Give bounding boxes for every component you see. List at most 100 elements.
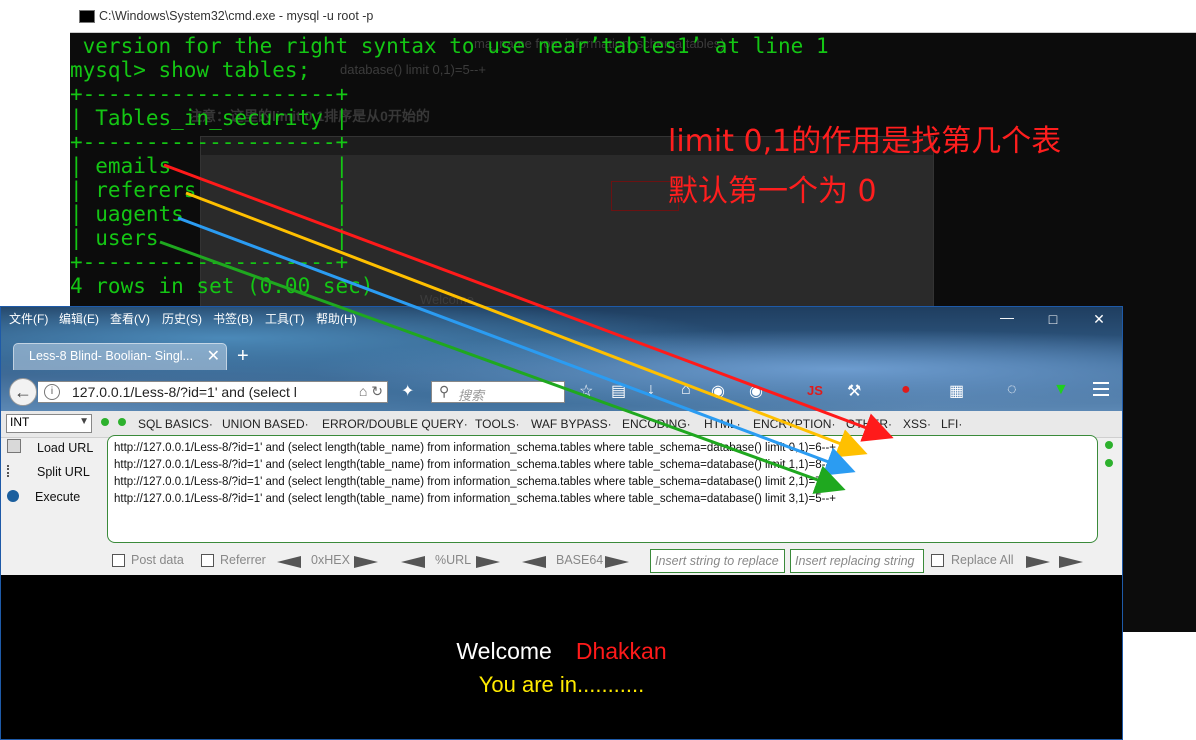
tab-close-icon[interactable]: ✕ [207, 346, 220, 366]
decrease-icon[interactable] [101, 418, 109, 426]
hackbar-menu-encoding[interactable]: ENCODING· [622, 417, 691, 431]
replace-string-input[interactable]: Insert string to replace [650, 549, 785, 573]
translate-icon[interactable]: ◌ [1007, 381, 1017, 399]
terminal-line: +--------------------+ [70, 250, 349, 274]
query-line: http://127.0.0.1/Less-8/?id=1' and (sele… [114, 459, 836, 471]
ghost-text: Welcome [420, 292, 474, 307]
tab-label: Less-8 Blind- Boolian- Singl... [29, 349, 193, 363]
status-text: You are in........... [478, 672, 645, 697]
download-icon[interactable]: ↓ [647, 381, 655, 399]
menu-edit[interactable]: 编辑(E) [59, 310, 99, 327]
menu-help[interactable]: 帮助(H) [316, 310, 357, 327]
cmd-icon [79, 10, 95, 23]
execute-label: Execute [35, 490, 81, 504]
nav-bar: ← i 127.0.0.1/Less-8/?id=1' and (select … [1, 373, 1122, 407]
bookmark-star-icon[interactable]: ☆ [579, 381, 593, 401]
browser-chrome: 文件(F) 编辑(E) 查看(V) 历史(S) 书签(B) 工具(T) 帮助(H… [1, 307, 1122, 411]
new-tab-button[interactable]: + [237, 345, 249, 368]
expand-icon[interactable] [1105, 459, 1113, 467]
hackbar-menu-union[interactable]: UNION BASED· [222, 417, 309, 431]
hackbar-type-select[interactable]: INT ▼ [6, 414, 92, 433]
post-data-checkbox[interactable] [112, 554, 125, 567]
url-decode-arrow-icon[interactable] [401, 556, 425, 568]
hex-label: 0xHEX [311, 553, 350, 567]
menu-file[interactable]: 文件(F) [9, 310, 48, 327]
expand-icon[interactable] [1105, 441, 1113, 449]
scissors-icon [7, 465, 21, 477]
cmd-title: C:\Windows\System32\cmd.exe - mysql -u r… [99, 9, 374, 23]
menu-view[interactable]: 查看(V) [110, 310, 150, 327]
ghost-text: database() limit 0,1)=5--+ [340, 62, 486, 77]
menu-history[interactable]: 历史(S) [162, 310, 202, 327]
execute-button[interactable]: Execute [7, 490, 80, 504]
hackbar-menu-waf[interactable]: WAF BYPASS· [531, 417, 612, 431]
address-bar[interactable]: i 127.0.0.1/Less-8/?id=1' and (select l … [38, 381, 388, 403]
welcome-line: Welcome Dhakkan [1, 638, 1122, 665]
hackbar-menu-sql-basics[interactable]: SQL BASICS· [138, 417, 213, 431]
hackbar-menu-other[interactable]: OTHER· [846, 417, 892, 431]
reading-list-icon[interactable]: ▤ [611, 381, 626, 401]
terminal-line: | uagents | [70, 202, 349, 226]
menu-bookmarks[interactable]: 书签(B) [213, 310, 253, 327]
record-icon[interactable]: ● [901, 381, 911, 399]
referrer-checkbox[interactable] [201, 554, 214, 567]
menu-icon[interactable] [1093, 382, 1109, 396]
wrench-icon[interactable]: ⚒ [847, 381, 861, 401]
bird-addon-icon[interactable]: ✦ [401, 381, 414, 401]
annotation-note-1: limit 0,1的作用是找第几个表 [668, 124, 1062, 159]
split-url-button[interactable]: Split URL [7, 465, 90, 479]
terminal-line: version for the right syntax to use near… [70, 34, 829, 58]
replacing-string-input[interactable]: Insert replacing string [790, 549, 924, 573]
shield-icon[interactable]: ▼ [1053, 381, 1069, 399]
hackbar-toolbar: INT ▼ SQL BASICS· UNION BASED· ERROR/DOU… [1, 411, 1122, 438]
js-icon[interactable]: JS [807, 383, 823, 398]
cmd-titlebar[interactable]: C:\Windows\System32\cmd.exe - mysql -u r… [70, 0, 1196, 33]
search-placeholder: 搜索 [458, 388, 485, 403]
terminal-line: +--------------------+ [70, 82, 349, 106]
search-icon: ⚲ [439, 383, 450, 399]
hex-encode-arrow-icon[interactable] [354, 556, 378, 568]
hackbar-menu-lfi[interactable]: LFI· [941, 417, 962, 431]
search-bar[interactable]: ⚲ 搜索 [431, 381, 565, 403]
minimize-button[interactable]: — [999, 309, 1015, 325]
hackbar-select-value: INT [10, 415, 30, 429]
hackbar-menu-error[interactable]: ERROR/DOUBLE QUERY· [322, 417, 468, 431]
terminal-line: | users | [70, 226, 349, 250]
replace-arrow-icon[interactable] [1026, 556, 1050, 568]
palette-icon[interactable]: ◉ [749, 381, 763, 401]
replace-all-arrow-icon[interactable] [1059, 556, 1083, 568]
url-encode-arrow-icon[interactable] [476, 556, 500, 568]
site-info-icon[interactable]: i [44, 384, 60, 400]
maximize-button[interactable]: □ [1045, 311, 1061, 327]
load-url-button[interactable]: Load URL [7, 439, 93, 455]
replace-all-label: Replace All [951, 553, 1014, 567]
split-url-label: Split URL [37, 465, 90, 479]
play-icon [7, 490, 19, 502]
query-line: http://127.0.0.1/Less-8/?id=1' and (sele… [114, 476, 836, 488]
referrer-label: Referrer [220, 553, 266, 567]
hackbar-menu-tools[interactable]: TOOLS· [475, 417, 519, 431]
hackbar-menu-xss[interactable]: XSS· [903, 417, 931, 431]
menu-tools[interactable]: 工具(T) [265, 310, 304, 327]
increase-icon[interactable] [118, 418, 126, 426]
base64-label: BASE64 [556, 553, 604, 567]
home-icon[interactable]: ⌂ [681, 381, 691, 399]
base64-decode-arrow-icon[interactable] [522, 556, 546, 568]
query-line: http://127.0.0.1/Less-8/?id=1' and (sele… [114, 442, 836, 454]
terminal-line: | emails | [70, 154, 349, 178]
hackbar-menu-encryption[interactable]: ENCRYPTION· [753, 417, 835, 431]
tab-less8[interactable]: Less-8 Blind- Boolian- Singl... ✕ [13, 343, 227, 370]
reload-icon[interactable]: ⌂ ↻ [359, 383, 383, 400]
back-button[interactable]: ← [9, 378, 37, 406]
hackbar-query-textarea[interactable]: http://127.0.0.1/Less-8/?id=1' and (sele… [107, 435, 1098, 543]
hex-decode-arrow-icon[interactable] [277, 556, 301, 568]
hackbar-options: Post data Referrer 0xHEX %URL BASE64 Ins… [1, 547, 1122, 575]
replace-all-checkbox[interactable] [931, 554, 944, 567]
terminal-line: 4 rows in set (0.00 sec) [70, 274, 374, 298]
hackbar-menu-html[interactable]: HTML· [704, 417, 741, 431]
addon-icon[interactable]: ◉ [711, 381, 725, 401]
close-window-button[interactable]: ✕ [1091, 311, 1107, 328]
base64-encode-arrow-icon[interactable] [605, 556, 629, 568]
load-url-label: Load URL [37, 441, 94, 455]
page-icon[interactable]: ▦ [949, 381, 964, 401]
